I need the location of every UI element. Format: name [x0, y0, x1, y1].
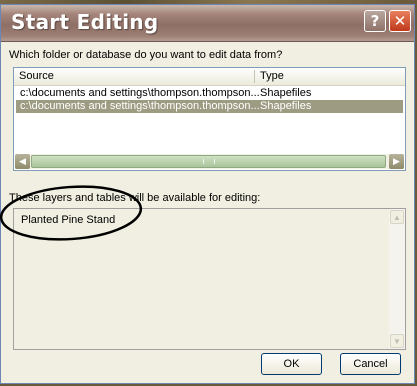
source-path: c:\documents and settings\thompson.thomp…: [20, 87, 260, 99]
source-row[interactable]: c:\documents and settings\thompson.thomp…: [16, 87, 403, 100]
source-path: c:\documents and settings\thompson.thomp…: [20, 100, 260, 112]
arrow-up-icon: ▲: [393, 212, 401, 222]
close-icon: ✕: [393, 12, 407, 30]
scroll-up-button[interactable]: ▲: [390, 210, 404, 224]
arrow-left-icon: ◀: [19, 156, 26, 166]
annotation-ellipse: [0, 185, 143, 241]
close-button[interactable]: ✕: [389, 10, 411, 32]
source-type: Shapefiles: [260, 87, 312, 99]
source-row-selected[interactable]: c:\documents and settings\thompson.thomp…: [16, 100, 403, 113]
title-bar[interactable]: Start Editing ? ✕: [1, 5, 414, 42]
scroll-down-button[interactable]: ▼: [390, 334, 404, 348]
start-editing-dialog: Start Editing ? ✕ Which folder or databa…: [0, 4, 415, 384]
arrow-down-icon: ▼: [393, 336, 401, 346]
list-header: Source Type: [14, 68, 405, 86]
vertical-scrollbar[interactable]: ▲ ▼: [389, 209, 405, 349]
arrow-right-icon: ▶: [393, 156, 400, 166]
question-mark-icon: ?: [370, 12, 380, 30]
scroll-left-button[interactable]: ◀: [15, 154, 30, 169]
help-button[interactable]: ?: [364, 10, 386, 32]
column-header-type[interactable]: Type: [260, 70, 284, 82]
cancel-button[interactable]: Cancel: [340, 353, 401, 375]
window-title: Start Editing: [11, 10, 159, 34]
column-divider[interactable]: [254, 70, 255, 83]
scroll-thumb[interactable]: [31, 155, 386, 168]
source-type: Shapefiles: [260, 100, 312, 112]
scroll-right-button[interactable]: ▶: [389, 154, 404, 169]
source-list[interactable]: Source Type c:\documents and settings\th…: [13, 67, 406, 171]
ok-button[interactable]: OK: [261, 353, 322, 375]
horizontal-scrollbar[interactable]: ◀ ▶: [15, 154, 404, 169]
grip-icon: [203, 159, 215, 164]
column-header-source[interactable]: Source: [19, 70, 54, 82]
folder-question-label: Which folder or database do you want to …: [9, 49, 283, 61]
